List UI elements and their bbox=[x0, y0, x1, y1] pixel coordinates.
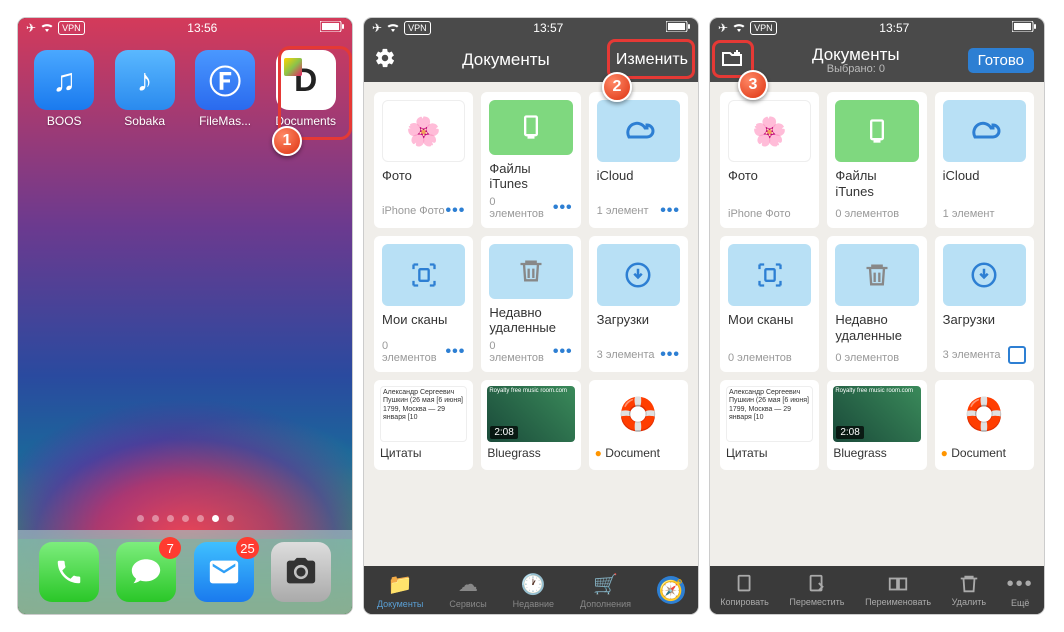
tab-services[interactable]: ☁Сервисы bbox=[449, 572, 486, 609]
vpn-badge: VPN bbox=[58, 21, 85, 35]
more-icon[interactable]: ••• bbox=[446, 202, 466, 220]
more-icon[interactable]: ••• bbox=[553, 343, 573, 361]
action-copy[interactable]: Копировать bbox=[720, 573, 768, 607]
battery-icon bbox=[666, 21, 690, 35]
folder-scans[interactable]: Мои сканы 0 элементов bbox=[720, 236, 819, 372]
vpn-badge: VPN bbox=[750, 21, 777, 35]
settings-button[interactable] bbox=[374, 47, 396, 74]
airplane-icon: ✈ bbox=[26, 21, 36, 35]
status-bar: ✈ VPN 13:57 bbox=[364, 18, 698, 38]
tab-recent[interactable]: 🕐Недавние bbox=[513, 572, 554, 609]
app-boos[interactable]: ♫ BOOS bbox=[34, 50, 94, 128]
app-filemaster[interactable]: Ⓕ FileMas... bbox=[195, 50, 255, 128]
dock-phone[interactable] bbox=[39, 542, 99, 602]
folder-icloud[interactable]: iCloud 1 элемент bbox=[935, 92, 1034, 228]
file-quotes[interactable]: Александр Сергеевич Пушкин (26 мая [6 ию… bbox=[720, 380, 819, 470]
more-icon[interactable]: ••• bbox=[660, 346, 680, 364]
status-time: 13:57 bbox=[533, 21, 563, 35]
file-bluegrass[interactable]: Royalty free music room.com2:08 Bluegras… bbox=[481, 380, 580, 470]
done-button[interactable]: Готово bbox=[968, 48, 1034, 73]
doc-body: 🌸 Фото iPhone Фото Файлы iTunes 0 элемен… bbox=[710, 82, 1044, 566]
file-bluegrass[interactable]: Royalty free music room.com2:08 Bluegras… bbox=[827, 380, 926, 470]
file-quotes[interactable]: Александр Сергеевич Пушкин (26 мая [6 ию… bbox=[374, 380, 473, 470]
header-title: Документы bbox=[396, 50, 616, 70]
folder-itunes[interactable]: Файлы iTunes 0 элементов••• bbox=[481, 92, 580, 228]
more-icon[interactable]: ••• bbox=[553, 199, 573, 217]
status-time: 13:57 bbox=[879, 21, 909, 35]
battery-icon bbox=[1012, 21, 1036, 35]
folder-icloud[interactable]: iCloud 1 элемент••• bbox=[589, 92, 688, 228]
folder-photos[interactable]: 🌸 Фото iPhone Фото bbox=[720, 92, 819, 228]
page-indicator[interactable] bbox=[18, 515, 352, 522]
file-document[interactable]: 🛟 ● Document bbox=[589, 380, 688, 470]
airplane-icon: ✈ bbox=[372, 21, 382, 35]
tab-documents[interactable]: 📁Документы bbox=[377, 572, 423, 609]
dock-messages[interactable]: 7 bbox=[116, 542, 176, 602]
wifi-icon bbox=[40, 21, 54, 35]
dock: 7 25 bbox=[18, 530, 352, 614]
folder-downloads[interactable]: Загрузки 3 элемента bbox=[935, 236, 1034, 372]
status-time: 13:56 bbox=[187, 21, 217, 35]
phone-home-screen: ✈ VPN 13:56 ♫ BOOS ♪ Sobaka bbox=[18, 18, 352, 614]
more-icon[interactable]: ••• bbox=[446, 343, 466, 361]
folder-itunes[interactable]: Файлы iTunes 0 элементов bbox=[827, 92, 926, 228]
header-title: Документы bbox=[744, 45, 968, 65]
action-more[interactable]: •••Ещё bbox=[1007, 573, 1034, 608]
status-bar: ✈ VPN 13:57 bbox=[710, 18, 1044, 38]
callout-2: 2 bbox=[602, 72, 632, 102]
mail-badge: 25 bbox=[236, 537, 258, 559]
phone-documents-browse: ✈ VPN 13:57 Документы Изменить 2 🌸 Фото … bbox=[364, 18, 698, 614]
status-bar: ✈ VPN 13:56 bbox=[18, 18, 352, 38]
doc-body: 🌸 Фото iPhone Фото••• Файлы iTunes 0 эле… bbox=[364, 82, 698, 566]
more-icon[interactable]: ••• bbox=[660, 202, 680, 220]
dock-mail[interactable]: 25 bbox=[194, 542, 254, 602]
folder-photos[interactable]: 🌸 Фото iPhone Фото••• bbox=[374, 92, 473, 228]
messages-badge: 7 bbox=[159, 537, 181, 559]
tab-compass[interactable]: 🧭 bbox=[657, 576, 685, 604]
airplane-icon: ✈ bbox=[718, 21, 728, 35]
app-sobaka[interactable]: ♪ Sobaka bbox=[114, 50, 174, 128]
file-document[interactable]: 🛟 ● Document bbox=[935, 380, 1034, 470]
callout-3: 3 bbox=[738, 70, 768, 100]
dock-camera[interactable] bbox=[271, 542, 331, 602]
wifi-icon bbox=[732, 21, 746, 35]
wifi-icon bbox=[386, 21, 400, 35]
action-move[interactable]: Переместить bbox=[789, 573, 844, 607]
vpn-badge: VPN bbox=[404, 21, 431, 35]
header-subtitle: Выбрано: 0 bbox=[744, 63, 968, 75]
folder-scans[interactable]: Мои сканы 0 элементов••• bbox=[374, 236, 473, 372]
tab-bar: 📁Документы ☁Сервисы 🕐Недавние 🛒Дополнени… bbox=[364, 566, 698, 614]
battery-icon bbox=[320, 21, 344, 35]
folder-trash[interactable]: Недавно удаленные 0 элементов bbox=[827, 236, 926, 372]
action-bar: Копировать Переместить Переименовать Уда… bbox=[710, 566, 1044, 614]
folder-trash[interactable]: Недавно удаленные 0 элементов••• bbox=[481, 236, 580, 372]
tab-addons[interactable]: 🛒Дополнения bbox=[580, 572, 631, 609]
select-checkbox[interactable] bbox=[1008, 346, 1026, 364]
action-delete[interactable]: Удалить bbox=[952, 573, 986, 607]
callout-1: 1 bbox=[272, 126, 302, 156]
folder-downloads[interactable]: Загрузки 3 элемента••• bbox=[589, 236, 688, 372]
phone-documents-select: ✈ VPN 13:57 Документы Выбрано: 0 Готово … bbox=[710, 18, 1044, 614]
action-rename[interactable]: Переименовать bbox=[865, 573, 931, 607]
